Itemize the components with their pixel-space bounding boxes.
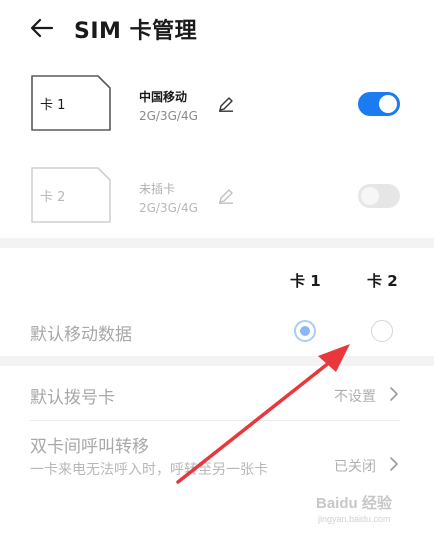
sim-1-carrier: 中国移动 bbox=[139, 90, 188, 104]
section-divider bbox=[0, 356, 434, 366]
section-divider bbox=[0, 238, 434, 248]
default-data-label: 默认移动数据 bbox=[30, 325, 132, 345]
sim-2-toggle bbox=[358, 184, 400, 208]
default-dial-label: 默认拨号卡 bbox=[30, 388, 115, 408]
sim-2-row: 卡 2 未插卡 2G/3G/4G bbox=[0, 156, 434, 236]
row-separator bbox=[30, 420, 400, 421]
sim-card-1-icon: 卡 1 bbox=[30, 74, 112, 132]
default-dial-value: 不设置 bbox=[334, 389, 376, 405]
chevron-right-icon bbox=[390, 457, 398, 471]
sim-1-row: 卡 1 中国移动 2G/3G/4G bbox=[0, 64, 434, 144]
call-forward-description: 一卡来电无法呼入时，呼转至另一张卡 bbox=[30, 462, 268, 478]
top-bar: SIM 卡管理 bbox=[0, 0, 434, 60]
call-forward-value: 已关闭 bbox=[334, 459, 376, 475]
sim-card-2-label: 卡 2 bbox=[40, 190, 66, 205]
sim-card-1-label: 卡 1 bbox=[40, 98, 66, 113]
column-header-card-2: 卡 2 bbox=[367, 272, 398, 290]
page-title: SIM 卡管理 bbox=[74, 19, 198, 44]
sim-2-network: 2G/3G/4G bbox=[139, 201, 198, 215]
chevron-right-icon bbox=[390, 387, 398, 401]
watermark-site: jingyan.baidu.com bbox=[318, 514, 391, 524]
default-data-card-1-radio[interactable] bbox=[294, 320, 316, 342]
baidu-watermark: Baidu 经验 jingyan.baidu.com bbox=[316, 492, 416, 528]
column-header-card-1: 卡 1 bbox=[290, 272, 321, 290]
call-forward-label: 双卡间呼叫转移 bbox=[30, 437, 149, 457]
arrow-left-icon[interactable] bbox=[28, 14, 56, 42]
edit-icon bbox=[219, 189, 233, 204]
edit-icon[interactable] bbox=[218, 96, 234, 112]
sim-1-toggle[interactable] bbox=[358, 92, 400, 116]
default-data-card-2-radio[interactable] bbox=[371, 320, 393, 342]
watermark-brand: Baidu 经验 bbox=[316, 495, 392, 512]
sim-card-2-icon: 卡 2 bbox=[30, 166, 112, 224]
sim-1-network: 2G/3G/4G bbox=[139, 109, 198, 123]
sim-2-carrier: 未插卡 bbox=[139, 182, 176, 196]
